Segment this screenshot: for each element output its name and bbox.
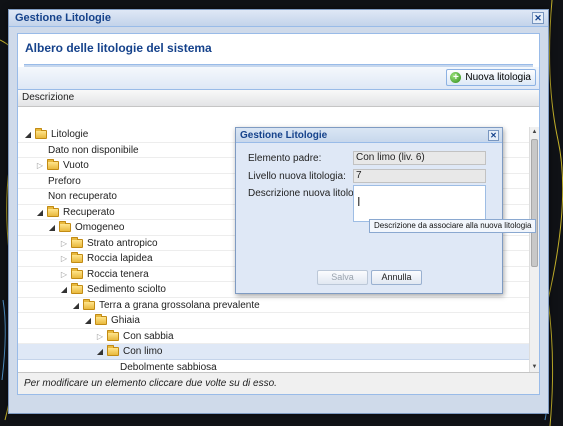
tree-row-label: Litologie bbox=[51, 129, 89, 140]
tree-row-label: Non recuperato bbox=[48, 191, 117, 202]
folder-icon bbox=[83, 298, 95, 310]
scroll-down-icon[interactable]: ▼ bbox=[530, 362, 539, 372]
tree-row-label: Con sabbia bbox=[123, 330, 174, 342]
expand-icon[interactable]: ▷ bbox=[96, 329, 104, 344]
plus-circle-icon: + bbox=[450, 72, 462, 83]
folder-icon bbox=[71, 236, 83, 248]
lithology-dialog: Gestione Litologie ✕ Elemento padre: Con… bbox=[235, 127, 537, 294]
expand-icon[interactable]: ▷ bbox=[60, 251, 68, 266]
tree-row-label: Omogeneo bbox=[75, 222, 125, 233]
vertical-scrollbar[interactable]: ▲ ▼ bbox=[529, 127, 539, 372]
tree-row-label: Con limo bbox=[123, 346, 163, 357]
collapse-icon[interactable]: ◢ bbox=[84, 313, 92, 328]
tree-row-label: Sedimento sciolto bbox=[87, 284, 166, 295]
tree-row[interactable]: ▷ Con sabbia bbox=[18, 329, 529, 344]
new-lithology-button[interactable]: + Nuova litologia bbox=[446, 69, 536, 86]
column-header-description[interactable]: Descrizione bbox=[18, 90, 539, 107]
tree-row[interactable]: ◢ Con limo bbox=[18, 344, 529, 360]
folder-icon bbox=[107, 345, 119, 356]
description-label: Descrizione nuova litologia: bbox=[248, 188, 370, 199]
close-icon[interactable]: ✕ bbox=[488, 129, 499, 141]
expand-icon[interactable]: ▷ bbox=[60, 267, 68, 282]
description-textarea[interactable]: I bbox=[353, 185, 486, 222]
window-header[interactable]: Gestione Litologie ✕ bbox=[9, 10, 548, 27]
folder-icon bbox=[47, 205, 59, 217]
footer-hint: Per modificare un elemento cliccare due … bbox=[18, 372, 539, 394]
collapse-icon[interactable]: ◢ bbox=[96, 344, 104, 359]
collapse-icon[interactable]: ◢ bbox=[60, 282, 68, 297]
scroll-thumb[interactable] bbox=[531, 139, 538, 267]
panel-title: Albero delle litologie del sistema bbox=[18, 34, 539, 64]
parent-element-label: Elemento padre: bbox=[248, 153, 322, 164]
folder-icon bbox=[35, 128, 47, 139]
tree-row-label: Terra a grana grossolana prevalente bbox=[99, 299, 260, 311]
description-tooltip: Descrizione da associare alla nuova lito… bbox=[369, 219, 537, 233]
tree-row[interactable]: Debolmente sabbiosa bbox=[18, 360, 529, 373]
dialog-title: Gestione Litologie bbox=[240, 129, 328, 141]
folder-icon bbox=[95, 314, 107, 325]
folder-icon bbox=[47, 159, 59, 170]
tree-row-label: Vuoto bbox=[63, 160, 89, 171]
collapse-icon[interactable]: ◢ bbox=[36, 205, 44, 220]
expand-icon[interactable]: ▷ bbox=[36, 158, 44, 173]
parent-element-field: Con limo (liv. 6) bbox=[353, 151, 486, 165]
toolbar: + Nuova litologia bbox=[18, 67, 539, 90]
folder-icon bbox=[71, 283, 83, 294]
close-icon[interactable]: ✕ bbox=[532, 12, 544, 24]
tree-row-label: Ghiaia bbox=[111, 315, 140, 326]
folder-icon bbox=[107, 329, 119, 341]
tree-row-label: Dato non disponibile bbox=[48, 144, 139, 156]
tree-row-label: Strato antropico bbox=[87, 237, 158, 249]
scroll-up-icon[interactable]: ▲ bbox=[530, 127, 539, 137]
new-level-label: Livello nuova litologia: bbox=[248, 171, 346, 182]
tree-row-label: Roccia lapidea bbox=[87, 253, 153, 264]
new-level-field: 7 bbox=[353, 169, 486, 183]
save-button[interactable]: Salva bbox=[317, 270, 368, 285]
tree-row[interactable]: ◢ Terra a grana grossolana prevalente bbox=[18, 298, 529, 313]
expand-icon[interactable]: ▷ bbox=[60, 236, 68, 251]
folder-icon bbox=[59, 221, 71, 232]
folder-icon bbox=[71, 252, 83, 263]
collapse-icon[interactable]: ◢ bbox=[48, 220, 56, 235]
tree-row-label: Debolmente sabbiosa bbox=[120, 361, 217, 373]
collapse-icon[interactable]: ◢ bbox=[72, 298, 80, 313]
collapse-icon[interactable]: ◢ bbox=[24, 127, 32, 142]
tree-row-label: Recuperato bbox=[63, 206, 115, 218]
folder-icon bbox=[71, 267, 83, 279]
window-title: Gestione Litologie bbox=[15, 12, 111, 24]
tree-row[interactable]: ◢ Ghiaia bbox=[18, 313, 529, 329]
tree-row-label: Preforo bbox=[48, 175, 81, 187]
dialog-header[interactable]: Gestione Litologie ✕ bbox=[236, 128, 502, 143]
new-lithology-label: Nuova litologia bbox=[465, 72, 531, 83]
cancel-button[interactable]: Annulla bbox=[371, 270, 422, 285]
text-cursor-icon: I bbox=[357, 195, 361, 209]
tree-row-label: Roccia tenera bbox=[87, 268, 149, 280]
